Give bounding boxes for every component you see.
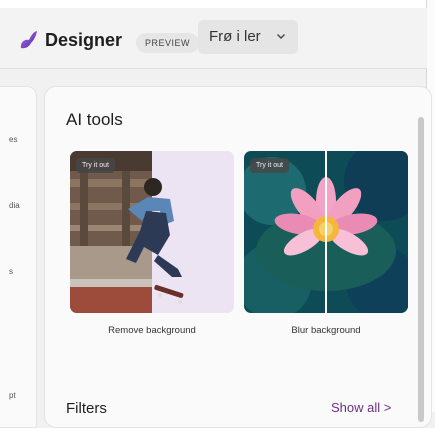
sidebar-fragment-3[interactable]: s <box>9 267 13 276</box>
designer-logo-icon <box>20 31 37 49</box>
panel-scrollbar[interactable] <box>418 117 424 422</box>
tools-panel: AI tools Try it out Remove background Tr… <box>44 86 432 428</box>
preview-badge: PREVIEW <box>136 33 200 53</box>
sidebar-fragment-2[interactable]: dia <box>9 201 20 210</box>
sidebar-fragment-1[interactable]: es <box>9 135 17 144</box>
remove-background-label[interactable]: Remove background <box>70 325 234 336</box>
show-all-link[interactable]: Show all > <box>331 400 391 415</box>
blur-background-label[interactable]: Blur background <box>244 325 408 336</box>
sidebar-fragment-4[interactable]: pt <box>9 391 16 400</box>
app-title: Designer <box>45 30 123 50</box>
remove-background-image <box>70 151 234 313</box>
document-name: Frø i ler <box>209 28 261 45</box>
filters-title: Filters <box>66 400 107 417</box>
try-it-out-badge: Try it out <box>250 158 289 173</box>
blur-background-image <box>244 151 408 313</box>
try-it-out-badge: Try it out <box>76 158 115 173</box>
blur-background-tile[interactable]: Try it out <box>244 151 408 313</box>
window-top-edge <box>0 0 435 8</box>
chevron-down-icon <box>277 34 285 39</box>
left-sidebar-panel: es dia s pt <box>0 86 37 428</box>
remove-background-tile[interactable]: Try it out <box>70 151 234 313</box>
ai-tools-title: AI tools <box>66 110 123 129</box>
app-header: Designer PREVIEW Frø i ler <box>0 8 427 69</box>
document-name-dropdown[interactable]: Frø i ler <box>198 20 298 54</box>
